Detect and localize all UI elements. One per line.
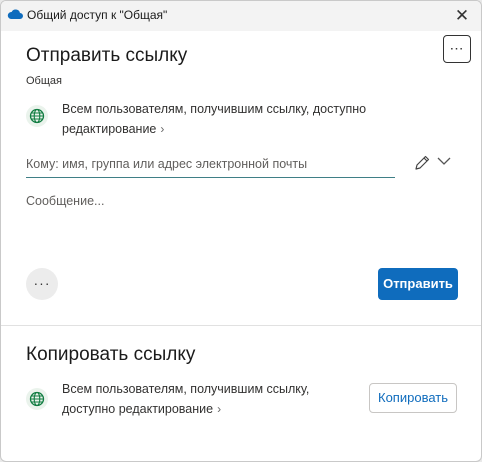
- cloud-icon: [7, 9, 23, 19]
- window-title: Общий доступ к "Общая": [27, 8, 168, 22]
- permission-text-line1: Всем пользователям, получившим ссылку, д…: [62, 102, 367, 116]
- link-permission-setting[interactable]: Всем пользователям, получившим ссылку, д…: [62, 99, 366, 139]
- pencil-icon[interactable]: [413, 154, 431, 172]
- copy-link-permission-setting[interactable]: Всем пользователям, получившим ссылку, д…: [62, 379, 309, 419]
- link-options-button[interactable]: ···: [26, 268, 58, 300]
- chevron-down-icon[interactable]: [437, 156, 451, 166]
- close-button[interactable]: ✕: [451, 5, 473, 27]
- chevron-right-icon: ›: [217, 402, 222, 416]
- more-options-button[interactable]: ⋯: [443, 35, 471, 63]
- globe-icon: [26, 388, 48, 410]
- message-input[interactable]: [26, 194, 446, 220]
- copy-link-heading: Копировать ссылку: [26, 344, 196, 365]
- share-dialog: Общий доступ к "Общая" ✕ ⋯ Отправить ссы…: [0, 0, 482, 462]
- permission-text-line2: доступно редактирование: [62, 402, 214, 416]
- send-button[interactable]: Отправить: [378, 268, 458, 300]
- copy-button[interactable]: Копировать: [369, 383, 457, 413]
- send-link-heading: Отправить ссылку: [26, 45, 188, 66]
- section-divider: [1, 325, 481, 326]
- permission-text-line1: Всем пользователям, получившим ссылку,: [62, 382, 310, 396]
- chevron-right-icon: ›: [160, 122, 165, 136]
- globe-icon: [26, 105, 48, 127]
- recipients-input[interactable]: [26, 152, 395, 178]
- permission-text-line2: редактирование: [62, 122, 157, 136]
- item-name: Общая: [26, 75, 62, 87]
- title-bar: Общий доступ к "Общая" ✕: [1, 1, 481, 31]
